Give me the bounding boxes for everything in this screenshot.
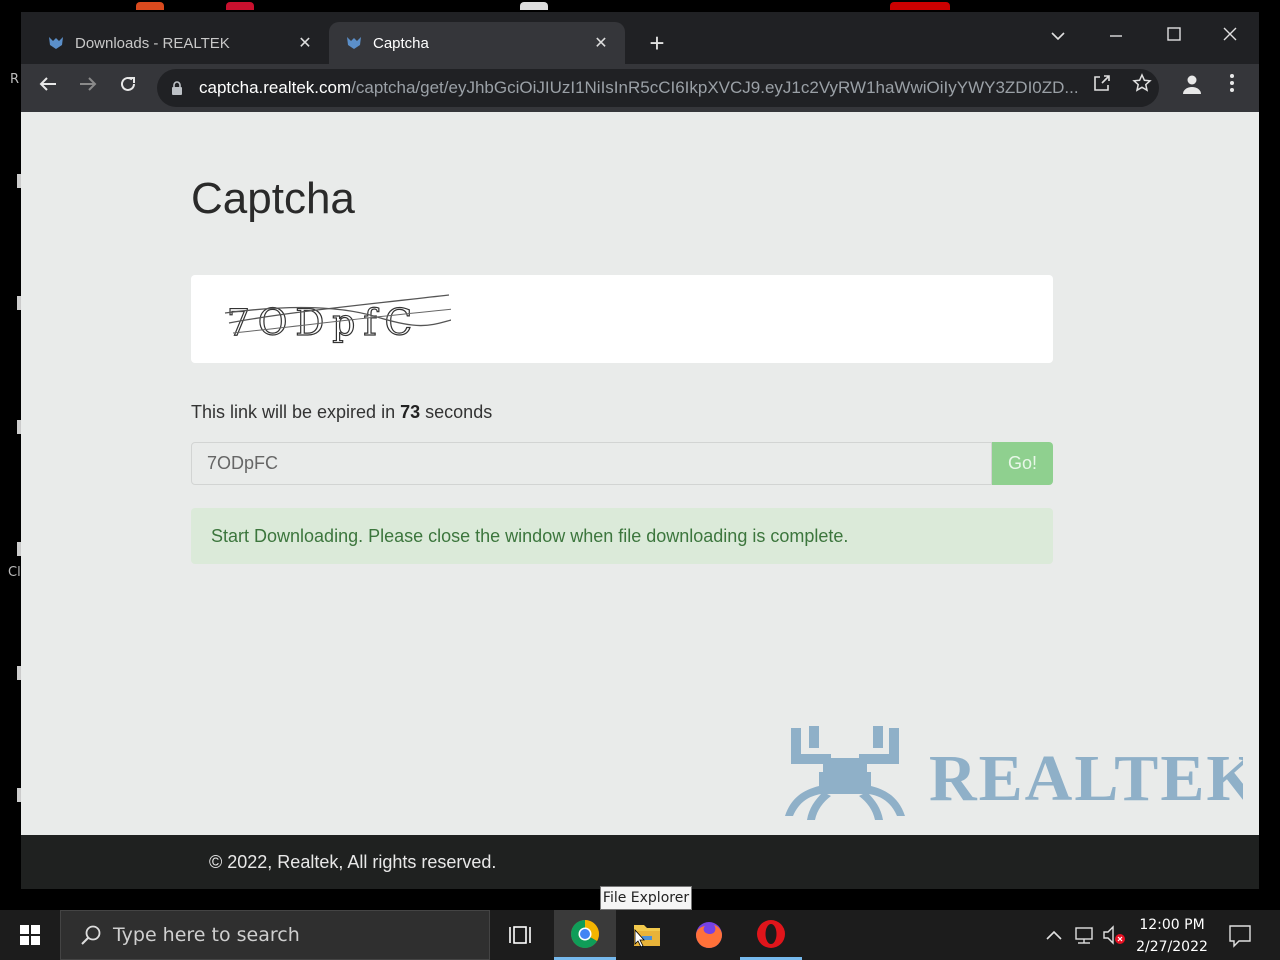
profile-avatar-icon[interactable] [1181, 73, 1203, 95]
task-view-icon [509, 926, 531, 944]
bookmark-star-icon[interactable] [1131, 73, 1153, 95]
search-icon [79, 923, 103, 947]
go-button[interactable]: Go! [992, 442, 1053, 485]
expiry-suffix: seconds [425, 402, 493, 422]
captcha-form: Go! [191, 442, 1053, 485]
tab-close-icon[interactable]: ✕ [591, 33, 611, 53]
expiry-seconds: 73 [400, 402, 421, 422]
captcha-image: 7ODpfC [224, 294, 456, 345]
taskbar-clock[interactable]: 12:00 PM 2/27/2022 [1130, 914, 1214, 958]
realtek-favicon-icon [345, 35, 363, 51]
windows-logo-icon [20, 925, 40, 945]
address-bar[interactable]: captcha.realtek.com/captcha/get/eyJhbGci… [157, 69, 1159, 107]
firefox-icon [696, 922, 722, 948]
download-alert: Start Downloading. Please close the wind… [191, 508, 1053, 564]
expiry-prefix: This link will be expired in [191, 402, 396, 422]
url-path: /captcha/get/eyJhbGciOiJIUzI1NiIsInR5cCI… [351, 78, 1079, 97]
desktop-label: Cl [8, 565, 21, 580]
page-title: Captcha [191, 174, 355, 223]
desktop-label: R [10, 72, 20, 87]
url-text: captcha.realtek.com/captcha/get/eyJhbGci… [199, 78, 1145, 98]
tab-close-icon[interactable]: ✕ [295, 33, 315, 53]
desktop-icon [890, 2, 950, 10]
show-hidden-icons-button[interactable] [1042, 910, 1066, 960]
taskbar: Type here to search 12:00 PM 2/27/2022 [0, 910, 1280, 960]
taskbar-search[interactable]: Type here to search [60, 910, 490, 960]
chevron-up-icon [1046, 930, 1062, 940]
start-button[interactable] [0, 910, 60, 960]
folder-icon [634, 925, 660, 948]
tab-downloads[interactable]: Downloads - REALTEK ✕ [21, 22, 329, 64]
forward-arrow-icon[interactable] [74, 74, 102, 102]
clock-time: 12:00 PM [1139, 917, 1205, 933]
realtek-logo: REALTEK [783, 724, 1258, 829]
file-explorer-tooltip: File Explorer [600, 886, 692, 910]
realtek-favicon-icon [47, 35, 65, 51]
realtek-crab-icon [785, 726, 905, 820]
taskbar-firefox[interactable] [678, 910, 740, 960]
search-placeholder: Type here to search [113, 924, 300, 946]
clock-date: 2/27/2022 [1136, 939, 1208, 955]
maximize-button[interactable] [1151, 20, 1197, 50]
task-view-button[interactable] [490, 910, 552, 960]
desktop-top-strip [0, 0, 1280, 12]
browser-toolbar: captcha.realtek.com/captcha/get/eyJhbGci… [21, 64, 1259, 112]
tab-title: Downloads - REALTEK [75, 34, 230, 52]
close-window-button[interactable] [1207, 20, 1253, 50]
page-content: Captcha 7ODpfC This link will be expired… [21, 112, 1259, 835]
taskbar-file-explorer[interactable] [616, 910, 678, 960]
chrome-icon [571, 920, 599, 948]
desktop-icon [136, 2, 164, 10]
action-center-button[interactable] [1222, 910, 1258, 960]
menu-kebab-icon[interactable] [1221, 73, 1243, 95]
new-tab-button[interactable]: + [645, 28, 669, 58]
desktop-icon [520, 2, 548, 10]
realtek-logo-text: REALTEK [929, 742, 1243, 815]
lock-icon[interactable] [171, 81, 183, 95]
notification-icon [1229, 925, 1251, 948]
volume-button[interactable] [1100, 910, 1128, 960]
tab-strip: Downloads - REALTEK ✕ Captcha ✕ + [21, 12, 1259, 64]
back-arrow-icon[interactable] [34, 74, 62, 102]
network-button[interactable] [1072, 910, 1098, 960]
captcha-input[interactable] [191, 442, 992, 485]
volume-muted-icon [1103, 925, 1125, 945]
tab-search-icon[interactable] [1035, 20, 1081, 50]
tab-title: Captcha [373, 34, 429, 52]
tab-captcha[interactable]: Captcha ✕ [329, 22, 625, 64]
share-icon[interactable] [1091, 73, 1113, 95]
page-footer: © 2022, Realtek, All rights reserved. [21, 835, 1259, 889]
captcha-image-box: 7ODpfC [191, 275, 1053, 363]
network-icon [1075, 927, 1093, 944]
opera-icon [757, 920, 785, 948]
minimize-button[interactable] [1093, 20, 1139, 50]
reload-icon[interactable] [114, 74, 142, 102]
url-host: captcha.realtek.com [199, 78, 352, 97]
taskbar-chrome[interactable] [554, 910, 616, 960]
browser-window: Downloads - REALTEK ✕ Captcha ✕ + captch… [21, 12, 1259, 889]
taskbar-opera[interactable] [740, 910, 802, 960]
desktop-icon [226, 2, 254, 10]
expiry-notice: This link will be expired in 73 seconds [191, 402, 492, 423]
